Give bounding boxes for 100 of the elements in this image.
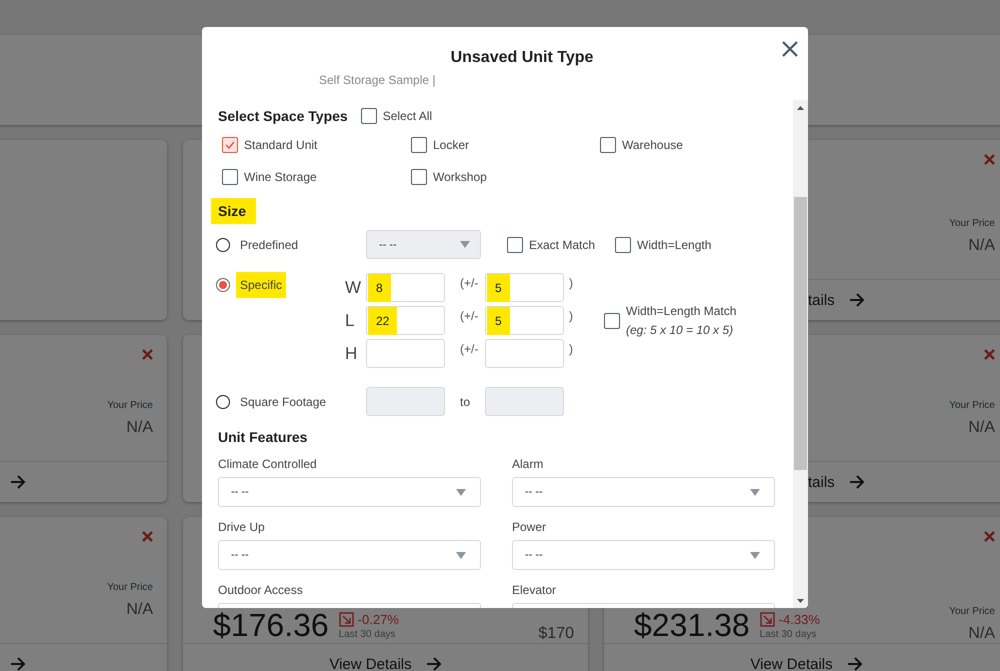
price: $231.38	[634, 608, 750, 642]
your-price: N/A	[126, 419, 153, 437]
option-label: Predefined	[239, 236, 300, 254]
field-label: Climate Controlled	[218, 456, 318, 472]
field-label: Outdoor Access	[218, 582, 304, 598]
check-icon	[225, 141, 235, 149]
close-icon[interactable]	[984, 531, 995, 542]
your-price-label: Your Price	[949, 606, 995, 617]
radio-button[interactable]	[216, 394, 230, 408]
closing-paren: )	[568, 276, 574, 290]
price-change: -0.27%	[358, 612, 399, 627]
view-details-link[interactable]: tails	[808, 292, 835, 308]
close-button[interactable]	[781, 40, 799, 58]
checkbox-label: Warehouse	[622, 138, 683, 152]
axis-label: H	[345, 344, 358, 364]
price-change: -4.33%	[778, 612, 820, 627]
checkbox-label: Select All	[382, 109, 432, 123]
closing-paren: )	[568, 342, 574, 356]
checkbox[interactable]	[507, 236, 523, 252]
arrow-right-icon	[10, 475, 26, 489]
close-icon[interactable]	[984, 349, 995, 360]
dropdown[interactable]: -- --	[512, 477, 775, 507]
price: $176.36	[213, 608, 329, 642]
trend-down-icon	[338, 612, 354, 627]
arrow-right-icon	[848, 475, 865, 489]
view-details-link[interactable]: View Details	[750, 656, 833, 671]
tolerance-field[interactable]: 5	[485, 273, 564, 302]
dropdown-caret-icon	[750, 552, 760, 558]
checkbox-label: Exact Match	[529, 238, 596, 252]
your-price: N/A	[126, 601, 153, 619]
tolerance-label: (+/-	[459, 342, 480, 356]
scroll-up-icon[interactable]	[797, 106, 804, 110]
your-price: $170	[538, 625, 574, 643]
checkbox[interactable]	[222, 169, 238, 185]
tolerance-field[interactable]	[485, 339, 564, 368]
checkbox[interactable]	[222, 137, 238, 153]
dropdown[interactable]: -- --	[218, 540, 481, 570]
your-price: N/A	[968, 419, 995, 437]
tolerance-label: (+/-	[459, 309, 480, 323]
checkbox[interactable]	[411, 137, 427, 153]
scroll-down-icon[interactable]	[797, 598, 804, 602]
scrollbar[interactable]	[793, 100, 808, 608]
closing-paren: )	[568, 309, 574, 323]
tolerance-label: (+/-	[459, 276, 480, 290]
field-label: Elevator	[512, 582, 558, 598]
checkbox-label: Workshop	[433, 170, 487, 184]
dropdown-caret-icon	[460, 241, 470, 248]
your-price: N/A	[968, 237, 995, 255]
field-label: Drive Up	[218, 519, 266, 535]
arrow-right-icon	[426, 657, 442, 671]
checkbox-label: Locker	[433, 138, 470, 152]
checkbox-label: Standard Unit	[244, 138, 318, 152]
view-details-link[interactable]: View Details	[329, 656, 412, 671]
field-label: Power	[512, 519, 548, 535]
arrow-right-icon	[10, 657, 26, 671]
axis-label: L	[345, 310, 356, 330]
arrow-right-icon	[848, 293, 865, 307]
example-hint: (eg: 5 x 10 = 10 x 5)	[626, 323, 734, 337]
arrow-right-icon	[846, 657, 863, 671]
checkbox[interactable]	[604, 312, 620, 328]
dropdown-caret-icon	[750, 488, 760, 496]
your-price-label: Your Price	[107, 582, 153, 593]
dropdown-caret-icon	[456, 488, 466, 496]
range-separator: to	[458, 394, 471, 408]
checkbox[interactable]	[411, 169, 427, 185]
radio-button[interactable]	[216, 278, 230, 292]
section-heading: Size	[211, 198, 256, 224]
checkbox[interactable]	[600, 137, 616, 153]
dialog-subtitle: Self Storage Sample |	[319, 73, 436, 87]
checkbox-label: Width=Length	[637, 238, 712, 252]
checkbox-label: Width=Length Match	[626, 304, 736, 318]
your-price: N/A	[968, 625, 995, 643]
section-heading: Select Space Types	[218, 108, 348, 124]
close-icon[interactable]	[984, 154, 995, 165]
axis-label: W	[345, 278, 362, 298]
option-label: Square Footage	[239, 394, 328, 410]
close-icon[interactable]	[142, 349, 153, 360]
dialog-title: Unsaved Unit Type	[450, 49, 594, 67]
checkbox[interactable]	[615, 236, 632, 252]
checkbox-label: Wine Storage	[244, 170, 317, 184]
dropdown[interactable]: -- --	[512, 540, 775, 570]
section-heading: Unit Features	[218, 428, 308, 447]
view-details-link[interactable]: tails	[808, 474, 835, 490]
trend-down-icon	[760, 612, 775, 627]
dimension-field[interactable]	[366, 339, 445, 368]
tolerance-field[interactable]: 5	[485, 306, 564, 335]
change-period: Last 30 days	[760, 629, 818, 640]
your-price-label: Your Price	[107, 400, 153, 411]
close-icon[interactable]	[142, 531, 153, 542]
dimension-field[interactable]: 8	[366, 273, 445, 302]
your-price-label: Your Price	[949, 400, 995, 411]
dropdown[interactable]: -- --	[218, 477, 481, 507]
radio-button[interactable]	[216, 238, 230, 252]
checkbox[interactable]	[360, 108, 377, 124]
your-price-label: Your Price	[949, 218, 995, 229]
option-label: Specific	[236, 272, 286, 298]
field-label: Alarm	[512, 456, 544, 472]
change-period: Last 30 days	[338, 629, 396, 640]
dimension-field[interactable]: 22	[366, 306, 445, 335]
dropdown-caret-icon	[456, 552, 466, 558]
